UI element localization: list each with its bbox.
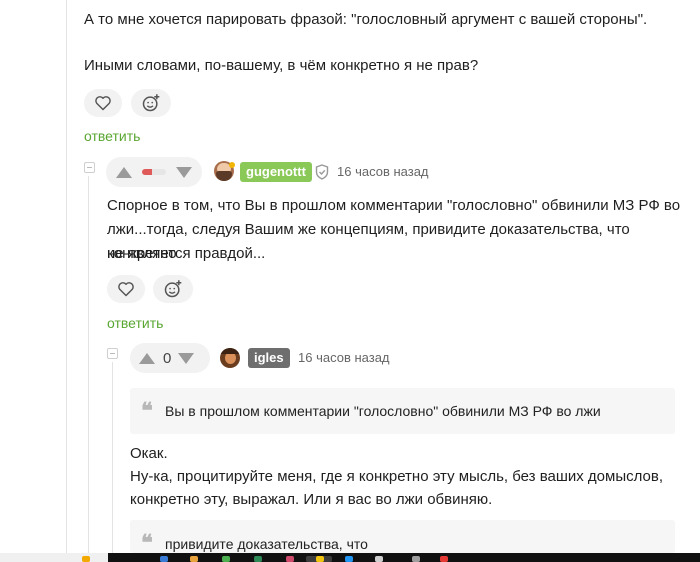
app-icon[interactable]: [222, 556, 230, 562]
downvote-button[interactable]: [178, 352, 195, 364]
add-reaction-button[interactable]: [153, 275, 193, 303]
rating-widget: [106, 157, 202, 187]
rating-value: 0: [163, 349, 172, 367]
heart-icon: [118, 282, 134, 297]
thread-line: [112, 362, 113, 553]
collapse-button[interactable]: [84, 162, 95, 173]
thread-line: [66, 0, 67, 553]
rating-widget: 0: [130, 343, 210, 373]
taskbar-search-area[interactable]: [0, 553, 108, 562]
app-icon[interactable]: [316, 556, 324, 562]
quote-text: Вы в прошлом комментарии "голословно" об…: [165, 403, 601, 419]
app-icon[interactable]: [160, 556, 168, 562]
add-reaction-button[interactable]: [131, 89, 171, 117]
app-icon[interactable]: [440, 556, 448, 562]
comment-text-line: А то мне хочется парировать фразой: "гол…: [84, 11, 648, 28]
username-badge[interactable]: gugenottt: [240, 162, 312, 182]
app-icon[interactable]: [286, 556, 294, 562]
app-icon[interactable]: [82, 556, 90, 562]
quote-block: ❝ привидите доказательства, что: [130, 520, 675, 556]
quote-icon: ❝: [141, 398, 153, 424]
app-icon[interactable]: [375, 556, 383, 562]
comment-text-line: Спорное в том, что Вы в прошлом коммента…: [107, 197, 681, 214]
app-icon[interactable]: [412, 556, 420, 562]
username-badge[interactable]: igles: [248, 348, 290, 368]
reply-link[interactable]: ответить: [107, 315, 163, 331]
reply-link[interactable]: ответить: [84, 128, 140, 144]
rating-bar-negative: [142, 169, 152, 175]
comment-time[interactable]: 16 часов назад: [298, 350, 390, 365]
avatar[interactable]: [220, 348, 240, 368]
quote-icon: ❝: [141, 530, 153, 556]
comment-text-line: не является правдой...: [107, 245, 266, 262]
quote-block: ❝ Вы в прошлом комментарии "голословно" …: [130, 388, 675, 434]
comment-text-line: Окак.: [130, 445, 168, 462]
smiley-plus-icon: [164, 280, 182, 298]
online-dot: [229, 162, 235, 168]
thread-line: [88, 176, 89, 553]
quote-text: привидите доказательства, что: [165, 536, 368, 552]
app-icon[interactable]: [345, 556, 353, 562]
heart-icon: [95, 96, 111, 111]
downvote-button[interactable]: [176, 166, 192, 178]
comment-text-line: Ну-ка, процитируйте меня, где я конкретн…: [130, 468, 664, 485]
upvote-button[interactable]: [116, 166, 132, 178]
app-icon[interactable]: [254, 556, 262, 562]
collapse-button[interactable]: [107, 348, 118, 359]
smiley-plus-icon: [142, 94, 160, 112]
comment-text-line: Иными словами, по-вашему, в чём конкретн…: [84, 57, 479, 74]
like-button[interactable]: [107, 275, 145, 303]
upvote-button[interactable]: [139, 352, 155, 364]
app-icon[interactable]: [190, 556, 198, 562]
comment-time[interactable]: 16 часов назад: [337, 164, 429, 179]
like-button[interactable]: [84, 89, 122, 117]
comment-text-line: конкретно эту, выражал. Или я вас во лжи…: [130, 491, 493, 508]
rating-bar: [142, 169, 166, 175]
shield-icon: [315, 164, 329, 180]
